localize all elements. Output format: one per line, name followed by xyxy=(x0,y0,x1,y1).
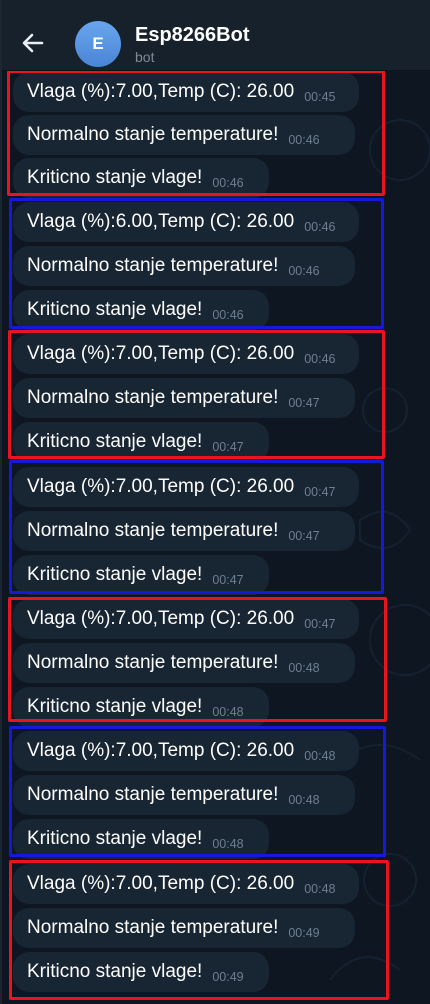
message-bubble[interactable]: Kriticno stanje vlage! 00:46 xyxy=(13,290,269,330)
message-time: 00:47 xyxy=(212,573,244,587)
message-text: Kriticno stanje vlage! xyxy=(27,167,203,188)
message-text: Normalno stanje temperature! xyxy=(27,255,279,276)
avatar[interactable]: E xyxy=(75,21,121,67)
message-time: 00:48 xyxy=(212,705,244,719)
message-time: 00:48 xyxy=(288,793,320,807)
message-time: 00:48 xyxy=(304,882,336,896)
message-text: Normalno stanje temperature! xyxy=(27,387,279,408)
message-time: 00:49 xyxy=(288,926,320,940)
message-bubble[interactable]: Vlaga (%):7.00,Temp (C): 26.00 00:48 xyxy=(13,864,359,904)
arrow-left-icon[interactable] xyxy=(20,30,46,56)
message-bubble[interactable]: Kriticno stanje vlage! 00:47 xyxy=(13,555,269,595)
message-bubble[interactable]: Normalno stanje temperature! 00:49 xyxy=(13,908,355,948)
message-bubble[interactable]: Normalno stanje temperature! 00:47 xyxy=(13,378,355,418)
message-bubble[interactable]: Vlaga (%):7.00,Temp (C): 26.00 00:46 xyxy=(13,334,359,374)
message-time: 00:45 xyxy=(304,90,336,104)
message-text: Kriticno stanje vlage! xyxy=(27,299,203,320)
message-bubble[interactable]: Kriticno stanje vlage! 00:49 xyxy=(13,952,269,992)
message-time: 00:46 xyxy=(288,264,320,278)
message-time: 00:47 xyxy=(288,396,320,410)
message-time: 00:46 xyxy=(304,220,336,234)
message-text: Normalno stanje temperature! xyxy=(27,520,279,541)
message-bubble[interactable]: Vlaga (%):6.00,Temp (C): 26.00 00:46 xyxy=(13,202,359,242)
message-time: 00:49 xyxy=(212,970,244,984)
message-time: 00:47 xyxy=(304,617,336,631)
message-time: 00:48 xyxy=(288,661,320,675)
message-text: Kriticno stanje vlage! xyxy=(27,431,203,452)
message-bubble[interactable]: Vlaga (%):7.00,Temp (C): 26.00 00:47 xyxy=(13,599,359,639)
message-text: Kriticno stanje vlage! xyxy=(27,961,203,982)
message-text: Normalno stanje temperature! xyxy=(27,784,279,805)
message-time: 00:47 xyxy=(288,529,320,543)
message-bubble[interactable]: Kriticno stanje vlage! 00:48 xyxy=(13,687,269,727)
message-bubble[interactable]: Normalno stanje temperature! 00:47 xyxy=(13,511,355,551)
message-time: 00:46 xyxy=(288,133,320,147)
chat-title[interactable]: Esp8266Bot xyxy=(135,24,250,47)
message-text: Kriticno stanje vlage! xyxy=(27,828,203,849)
message-text: Normalno stanje temperature! xyxy=(27,124,279,145)
message-time: 00:46 xyxy=(304,352,336,366)
message-bubble[interactable]: Normalno stanje temperature! 00:46 xyxy=(13,246,355,286)
message-time: 00:46 xyxy=(212,308,244,322)
message-list[interactable]: Vlaga (%):7.00,Temp (C): 26.00 00:45 Nor… xyxy=(0,0,430,1004)
message-bubble[interactable]: Kriticno stanje vlage! 00:47 xyxy=(13,422,269,462)
message-text: Normalno stanje temperature! xyxy=(27,917,279,938)
message-text: Normalno stanje temperature! xyxy=(27,652,279,673)
chat-header: E Esp8266Bot bot xyxy=(0,0,430,71)
message-text: Kriticno stanje vlage! xyxy=(27,696,203,717)
message-bubble[interactable]: Normalno stanje temperature! 00:46 xyxy=(13,115,355,155)
message-time: 00:47 xyxy=(212,440,244,454)
message-time: 00:47 xyxy=(304,485,336,499)
message-bubble[interactable]: Vlaga (%):7.00,Temp (C): 26.00 00:47 xyxy=(13,467,359,507)
message-time: 00:46 xyxy=(212,176,244,190)
message-bubble[interactable]: Normalno stanje temperature! 00:48 xyxy=(13,775,355,815)
message-text: Vlaga (%):7.00,Temp (C): 26.00 xyxy=(27,740,295,761)
message-bubble[interactable]: Vlaga (%):7.00,Temp (C): 26.00 00:48 xyxy=(13,731,359,771)
chat-subtitle: bot xyxy=(135,49,155,65)
message-text: Vlaga (%):7.00,Temp (C): 26.00 xyxy=(27,608,295,629)
message-time: 00:48 xyxy=(304,749,336,763)
message-text: Vlaga (%):7.00,Temp (C): 26.00 xyxy=(27,873,295,894)
message-text: Vlaga (%):7.00,Temp (C): 26.00 xyxy=(27,81,295,102)
message-text: Kriticno stanje vlage! xyxy=(27,564,203,585)
message-text: Vlaga (%):7.00,Temp (C): 26.00 xyxy=(27,476,295,497)
message-bubble[interactable]: Normalno stanje temperature! 00:48 xyxy=(13,643,355,683)
message-text: Vlaga (%):7.00,Temp (C): 26.00 xyxy=(27,343,295,364)
message-bubble[interactable]: Kriticno stanje vlage! 00:46 xyxy=(13,158,269,198)
message-time: 00:48 xyxy=(212,837,244,851)
message-bubble[interactable]: Vlaga (%):7.00,Temp (C): 26.00 00:45 xyxy=(13,72,359,112)
left-edge-divider xyxy=(0,0,2,1004)
message-bubble[interactable]: Kriticno stanje vlage! 00:48 xyxy=(13,819,269,859)
message-text: Vlaga (%):6.00,Temp (C): 26.00 xyxy=(27,211,295,232)
